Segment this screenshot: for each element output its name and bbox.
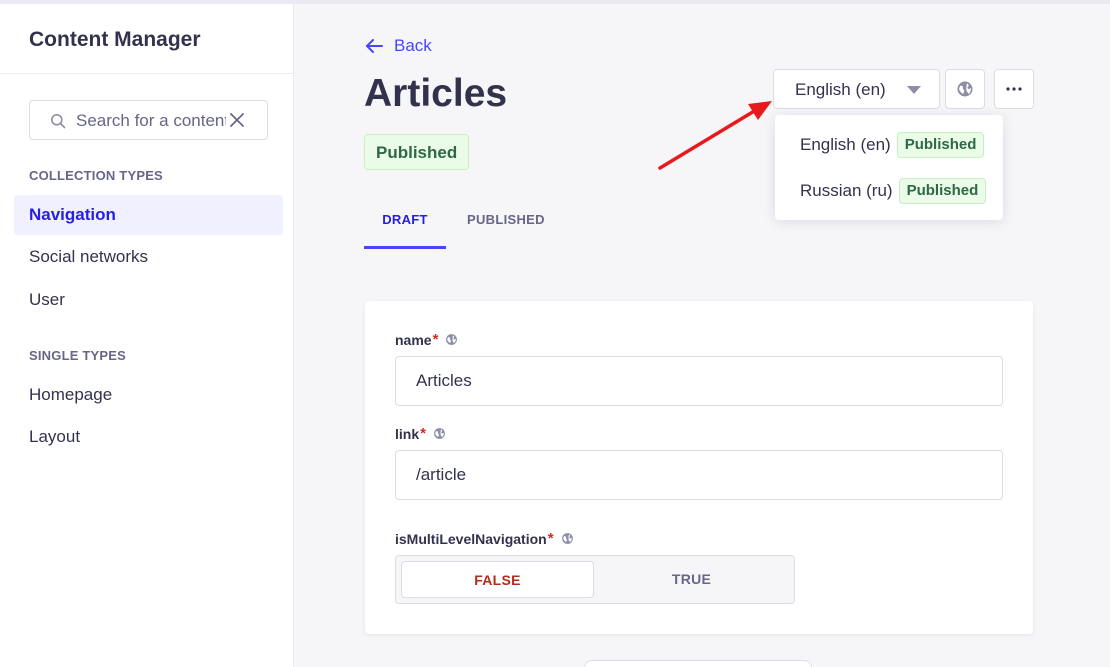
locale-select[interactable]: English (en) [773,69,940,109]
locale-option-ru[interactable]: Russian (ru) Published [800,178,987,204]
section-label-collection-types: COLLECTION TYPES [29,168,163,183]
locale-dropdown: English (en) Published Russian (ru) Publ… [775,115,1003,220]
locale-select-value: English (en) [795,80,886,99]
page-title: Articles [364,72,508,115]
search-icon [51,114,66,129]
more-actions-button[interactable] [994,69,1034,109]
link-input[interactable]: /article [395,450,1003,500]
field-label-name: name * [395,331,458,348]
required-mark: * [432,331,439,348]
back-link[interactable]: Back [365,36,432,56]
locale-status-badge: Published [898,178,987,204]
toggle-false-option[interactable]: FALSE [401,561,594,598]
sidebar-item-social-networks[interactable]: Social networks [14,237,283,277]
required-mark: * [420,425,426,442]
sidebar-item-homepage[interactable]: Homepage [14,375,283,415]
caret-down-icon [907,86,921,94]
tab-draft[interactable]: DRAFT [364,200,446,249]
field-label-link: link * [395,425,446,442]
toggle-true-option[interactable]: TRUE [595,561,788,598]
more-horizontal-icon [1006,87,1022,91]
sidebar: Content Manager COLLECTION TYPES Navigat… [0,4,294,667]
sidebar-item-user[interactable]: User [14,280,283,320]
locale-status-badge: Published [896,132,985,158]
status-badge: Published [364,134,470,170]
name-input[interactable]: Articles [395,356,1003,406]
sidebar-item-navigation[interactable]: Navigation [14,195,283,235]
close-icon[interactable] [229,112,245,128]
locale-option-en[interactable]: English (en) Published [800,132,985,158]
field-label-ismultilevelnavigation: isMultiLevelNavigation * [395,530,574,547]
bottom-panel-edge [584,660,812,667]
tab-published[interactable]: PUBLISHED [446,200,565,249]
globe-icon [446,334,458,345]
status-tabs: DRAFT PUBLISHED [364,200,565,249]
required-mark: * [547,530,554,547]
edit-form-card: name * Articles link * /article isMultiLev… [365,301,1033,634]
section-label-single-types: SINGLE TYPES [29,348,127,363]
back-label: Back [394,36,432,55]
locale-option-label: English (en) [800,135,891,154]
sidebar-item-layout[interactable]: Layout [14,417,283,457]
globe-icon [561,533,573,544]
locale-option-label: Russian (ru) [800,181,893,200]
sidebar-title: Content Manager [29,28,201,51]
multilevel-navigation-toggle: FALSE TRUE [395,555,795,604]
arrow-left-icon [366,39,383,53]
search-input[interactable] [76,110,226,132]
annotation-arrow [658,101,772,170]
globe-icon [434,428,445,439]
sidebar-divider [0,73,293,74]
search-box[interactable] [29,100,268,140]
globe-icon [957,81,973,97]
globe-button[interactable] [945,69,985,109]
